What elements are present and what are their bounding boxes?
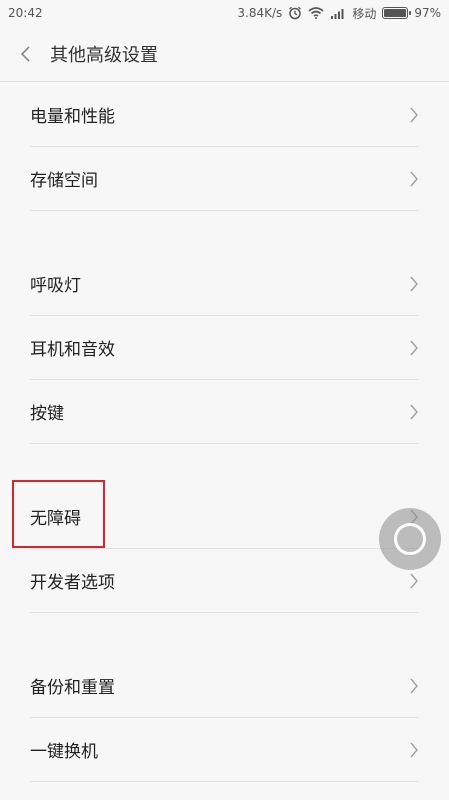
- divider: [30, 781, 419, 782]
- wifi-icon: [308, 7, 324, 19]
- status-bar: 20:42 3.84K/s 移动 97%: [0, 0, 449, 26]
- list-item[interactable]: 呼吸灯: [0, 252, 449, 315]
- list-item-label: 呼吸灯: [30, 276, 81, 296]
- list-item-label: 存储空间: [30, 171, 98, 191]
- chevron-right-icon: [409, 171, 419, 191]
- list-item[interactable]: 存储空间: [0, 147, 449, 210]
- highlight-box: [12, 480, 105, 548]
- chevron-right-icon: [409, 276, 419, 296]
- list-item-label: 电量和性能: [30, 107, 115, 127]
- list-item[interactable]: 备份和重置: [0, 654, 449, 717]
- chevron-right-icon: [409, 107, 419, 127]
- list-item-label: 按键: [30, 404, 64, 424]
- list-item[interactable]: 按键: [0, 380, 449, 443]
- settings-list: 电量和性能 存储空间 呼吸灯 耳机和音效 按键 无障碍 开发者选项 备份和重置 一键换机: [0, 83, 449, 782]
- chevron-left-icon: [20, 45, 30, 62]
- floating-ball[interactable]: [379, 508, 441, 570]
- status-time: 20:42: [8, 6, 43, 20]
- list-item-label: 一键换机: [30, 742, 98, 762]
- page-title: 其他高级设置: [50, 44, 158, 66]
- status-battery: 97%: [414, 6, 441, 20]
- list-item[interactable]: 耳机和音效: [0, 316, 449, 379]
- list-item[interactable]: 一键换机: [0, 718, 449, 781]
- chevron-right-icon: [409, 340, 419, 360]
- chevron-right-icon: [409, 404, 419, 424]
- status-carrier: 移动: [352, 6, 377, 21]
- settings-group: 呼吸灯耳机和音效按键: [0, 252, 449, 444]
- settings-group: 电量和性能 存储空间: [0, 83, 449, 211]
- quick-ball-icon: [394, 523, 426, 555]
- list-item-label: 备份和重置: [30, 678, 115, 698]
- status-right: 3.84K/s 移动 97%: [237, 5, 441, 22]
- alarm-icon: [289, 6, 302, 20]
- back-button[interactable]: [2, 26, 50, 82]
- settings-group: 备份和重置 一键换机: [0, 654, 449, 782]
- chevron-right-icon: [409, 678, 419, 698]
- list-item[interactable]: 开发者选项: [0, 549, 449, 612]
- battery-icon: [382, 7, 412, 19]
- list-item-label: 开发者选项: [30, 573, 115, 593]
- signal-icon: [331, 9, 344, 19]
- status-speed: 3.84K/s: [237, 6, 283, 20]
- battery-fill: [384, 9, 406, 17]
- list-item-label: 耳机和音效: [30, 340, 115, 360]
- list-item[interactable]: 电量和性能: [0, 83, 449, 146]
- app-header: 其他高级设置: [0, 26, 449, 82]
- chevron-right-icon: [409, 742, 419, 762]
- chevron-right-icon: [409, 573, 419, 593]
